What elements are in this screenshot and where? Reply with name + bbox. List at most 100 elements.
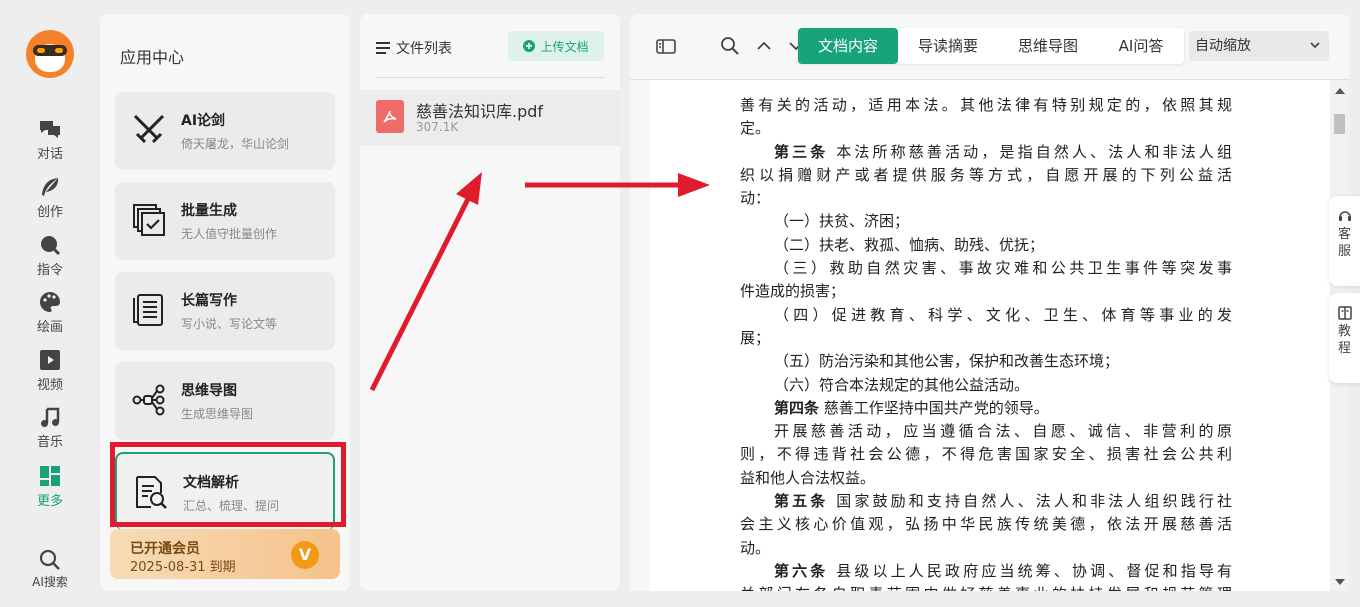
doc-line-text: 则，不得违背社会公德，不得危害国家安全、损害社会公共利 xyxy=(740,445,1232,464)
article-number: 第五条 xyxy=(774,492,829,511)
search-icon[interactable] xyxy=(720,36,740,56)
highlight-box xyxy=(110,442,346,527)
doc-line: （三）救助自然灾害、事故灾难和公共卫生事件等突发事 xyxy=(740,257,1232,280)
app-card-name: 思维导图 xyxy=(181,383,237,399)
nav-label: 创作 xyxy=(36,205,63,220)
file-item[interactable]: 慈善法知识库.pdf 307.1K xyxy=(360,90,620,146)
doc-line: 展； xyxy=(740,327,1232,350)
plus-circle-icon xyxy=(523,40,536,52)
app-card-mindmap[interactable]: 思维导图 生成思维导图 xyxy=(115,362,335,440)
doc-line-text: 展； xyxy=(740,328,771,347)
nav-item-paint[interactable]: 绘画 xyxy=(0,291,100,335)
vip-status: 已开通会员 xyxy=(130,541,200,557)
doc-line: 动： xyxy=(740,187,1232,210)
viewer-toolbar: 文档内容 导读摘要 思维导图 AI问答 自动缩放 xyxy=(630,14,1350,80)
doc-line-text: 定。 xyxy=(740,119,771,138)
nav-item-ai-search[interactable]: AI搜索 xyxy=(0,548,100,590)
customer-service-button[interactable]: 客服 xyxy=(1329,196,1360,286)
article-number: 第四条 xyxy=(774,398,820,417)
doc-line-text: 会主义核心价值观，弘扬中华民族传统美德，依法开展慈善活 xyxy=(740,515,1232,534)
doc-line-text: （四）促进教育、科学、文化、卫生、体育等事业的发 xyxy=(774,305,1232,324)
nav-label: 视频 xyxy=(36,378,63,393)
nav-item-command[interactable]: 指令 xyxy=(0,234,100,278)
viewer-tabs: 文档内容 导读摘要 思维导图 AI问答 xyxy=(798,28,1184,64)
nav-item-music[interactable]: 音乐 xyxy=(0,406,100,450)
nav-label: AI搜索 xyxy=(32,575,68,589)
book-icon xyxy=(1337,306,1352,320)
nav-label: 指令 xyxy=(36,263,63,278)
article-number: 第六条 xyxy=(774,561,829,580)
doc-line-text: （二）扶老、救孤、恤病、助残、优抚； xyxy=(774,235,1045,254)
nav-label: 更多 xyxy=(36,494,63,509)
tab-summary[interactable]: 导读摘要 xyxy=(898,28,998,64)
doc-line: 关部门在各自职责范围内做好慈善事业的扶持发展和规范管理 xyxy=(740,583,1232,591)
app-card-name: 长篇写作 xyxy=(181,293,237,309)
document-text: 善有关的活动，适用本法。其他法律有特别规定的，依照其规 定。 第三条 本法所称慈善活… xyxy=(740,94,1232,591)
app-card-batch[interactable]: 批量生成 无人值守批量创作 xyxy=(115,182,335,260)
file-list-header: 文件列表 xyxy=(376,38,452,58)
doc-line: 第三条 本法所称慈善活动，是指自然人、法人和非法人组 xyxy=(740,141,1232,164)
upload-button[interactable]: 上传文档 xyxy=(508,31,604,61)
nav-item-chat[interactable]: 对话 xyxy=(0,118,100,162)
vip-banner[interactable]: 已开通会员 2025-08-31 到期 V xyxy=(110,529,340,579)
doc-line-text: （三）救助自然灾害、事故灾难和公共卫生事件等突发事 xyxy=(774,259,1232,278)
nav-label: 音乐 xyxy=(36,435,63,450)
doc-line-text: 动。 xyxy=(740,538,771,557)
list-icon xyxy=(376,42,390,54)
document-page: 善有关的活动，适用本法。其他法律有特别规定的，依照其规 定。 第三条 本法所称慈善活… xyxy=(650,80,1330,591)
app-logo[interactable] xyxy=(26,30,74,78)
doc-line: （一）扶贫、济困； xyxy=(740,210,1232,233)
nav-item-create[interactable]: 创作 xyxy=(0,176,100,220)
app-card-long-writing[interactable]: 长篇写作 写小说、写论文等 xyxy=(115,272,335,350)
zoom-select[interactable]: 自动缩放 xyxy=(1189,31,1329,61)
upload-label: 上传文档 xyxy=(540,39,589,54)
mindmap-icon xyxy=(132,384,165,416)
doc-line-text: 慈善工作坚持中国共产党的领导。 xyxy=(819,398,1049,417)
tutorial-label: 教程 xyxy=(1337,324,1351,356)
file-size: 307.1K xyxy=(416,120,459,134)
left-nav: 对话 创作 指令 绘画 视频 音乐 更多 AI搜索 xyxy=(0,0,100,607)
doc-line: 件造成的损害； xyxy=(740,280,1232,303)
article-number: 第三条 xyxy=(774,142,829,161)
doc-line-text: 开展慈善活动，应当遵循合法、自愿、诚信、非营利的原 xyxy=(774,422,1232,441)
app-card-name: AI论剑 xyxy=(181,113,226,129)
scroll-down-arrow-icon[interactable] xyxy=(1335,579,1345,585)
music-icon xyxy=(41,407,60,427)
nav-item-video[interactable]: 视频 xyxy=(0,349,100,393)
doc-line: 定。 xyxy=(740,117,1232,140)
command-icon xyxy=(41,236,61,256)
divider xyxy=(375,77,605,78)
pdf-icon xyxy=(376,100,404,133)
nav-item-more[interactable]: 更多 xyxy=(0,465,100,509)
batch-check-icon xyxy=(133,204,165,236)
document-viewer: 文档内容 导读摘要 思维导图 AI问答 自动缩放 善有关的活动，适用本法。其他法… xyxy=(630,14,1350,591)
tab-doc-content[interactable]: 文档内容 xyxy=(798,28,898,64)
doc-line: 第五条 国家鼓励和支持自然人、法人和非法人组织践行社 xyxy=(740,490,1232,513)
zoom-value: 自动缩放 xyxy=(1195,38,1251,54)
chevron-up-icon[interactable] xyxy=(754,36,774,56)
file-list-title: 文件列表 xyxy=(396,41,452,57)
doc-line: 第四条 慈善工作坚持中国共产党的领导。 xyxy=(740,397,1232,420)
doc-line-text: 国家鼓励和支持自然人、法人和非法人组织践行社 xyxy=(828,492,1232,511)
tab-mindmap[interactable]: 思维导图 xyxy=(998,28,1098,64)
doc-line-text: 动： xyxy=(740,189,771,208)
sidebar-toggle-icon[interactable] xyxy=(656,36,676,56)
scroll-up-arrow-icon[interactable] xyxy=(1335,88,1345,94)
doc-line-text: 本法所称慈善活动，是指自然人、法人和非法人组 xyxy=(828,142,1232,161)
headset-icon xyxy=(1338,211,1351,221)
app-card-ai-debate[interactable]: AI论剑 倚天屠龙，华山论剑 xyxy=(115,92,335,170)
grid-icon xyxy=(40,466,60,486)
tutorial-button[interactable]: 教程 xyxy=(1329,293,1360,383)
doc-line-text: 县级以上人民政府应当统筹、协调、督促和指导有 xyxy=(828,561,1232,580)
doc-line-text: （五）防治污染和其他公害，保护和改善生态环境； xyxy=(774,352,1120,371)
tab-ai-qa[interactable]: AI问答 xyxy=(1098,28,1184,64)
vip-expiry: 2025-08-31 到期 xyxy=(130,560,236,575)
feather-icon xyxy=(42,178,59,196)
scroll-thumb[interactable] xyxy=(1334,114,1345,134)
doc-line-text: 织以捐赠财产或者提供服务等方式，自愿开展的下列公益活 xyxy=(740,165,1232,184)
app-card-name: 批量生成 xyxy=(181,203,237,219)
doc-line-text: 益和他人合法权益。 xyxy=(740,468,876,487)
search-icon xyxy=(39,549,60,570)
app-center-title: 应用中心 xyxy=(120,48,185,67)
doc-line: 动。 xyxy=(740,537,1232,560)
